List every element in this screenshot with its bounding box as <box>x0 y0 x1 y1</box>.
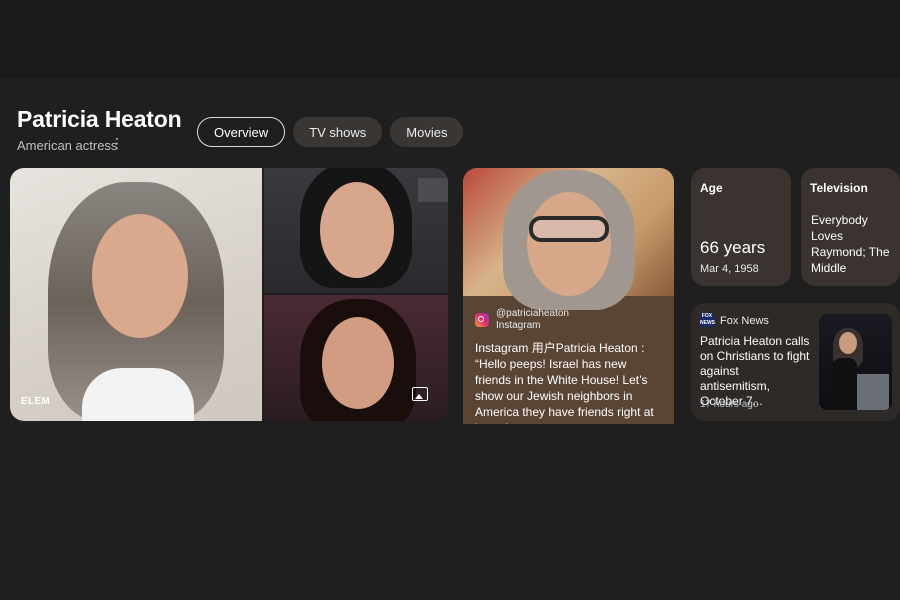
news-source: Fox News <box>720 315 769 327</box>
birth-date: Mar 4, 1958 <box>700 263 759 275</box>
instagram-platform: Instagram <box>496 320 541 331</box>
age-value: 66 years <box>700 238 766 257</box>
age-card[interactable]: Age 66 years Mar 4, 1958 <box>691 168 791 286</box>
face-shape <box>839 332 857 354</box>
television-label: Television <box>810 181 868 195</box>
age-label: Age <box>700 181 723 195</box>
photo-bottom-right[interactable] <box>264 295 448 421</box>
tab-movies[interactable]: Movies <box>390 117 464 147</box>
face-shape <box>322 317 394 409</box>
instagram-icon <box>475 313 489 327</box>
news-headline[interactable]: Patricia Heaton calls on Christians to f… <box>700 334 812 409</box>
face-shape <box>527 192 611 296</box>
face-shape <box>320 182 394 278</box>
instagram-post-text: Instagram 用户Patricia Heaton : “Hello pee… <box>475 341 654 424</box>
photo-top-right[interactable] <box>264 168 448 293</box>
news-timestamp: 17 hours ago <box>700 399 759 410</box>
fox-news-logo-icon: FOX NEWS <box>700 313 715 327</box>
backdrop-text-shape <box>418 178 448 202</box>
instagram-handle[interactable]: @patriciaheaton <box>496 308 569 320</box>
tab-tv-shows[interactable]: TV shows <box>293 117 383 147</box>
news-thumbnail[interactable] <box>819 314 892 410</box>
image-source-label: ELEM <box>21 396 50 407</box>
face-shape <box>92 214 188 338</box>
instagram-header: @patriciaheaton Instagram <box>475 308 569 332</box>
entity-subtitle: American actress <box>17 138 118 153</box>
dress-shape <box>833 358 857 410</box>
news-card[interactable]: FOX NEWS Fox News Patricia Heaton calls … <box>691 303 900 421</box>
glasses-shape <box>529 216 609 242</box>
top-band <box>0 0 900 78</box>
more-options-icon[interactable]: ⋮ <box>110 136 124 150</box>
television-card[interactable]: Television Everybody Loves Raymond; The … <box>801 168 900 286</box>
entity-title[interactable]: Patricia Heaton <box>17 106 182 133</box>
instagram-photo <box>463 168 674 310</box>
main-photo[interactable]: ELEM <box>10 168 262 421</box>
shirt-shape <box>82 368 194 421</box>
tab-bar: Overview TV shows Movies <box>197 117 464 147</box>
television-value: Everybody Loves Raymond; The Middle <box>811 213 890 275</box>
instagram-post-card[interactable]: @patriciaheaton Instagram Instagram 用户Pa… <box>463 168 674 424</box>
tab-overview[interactable]: Overview <box>197 117 286 147</box>
image-icon[interactable] <box>412 387 428 401</box>
